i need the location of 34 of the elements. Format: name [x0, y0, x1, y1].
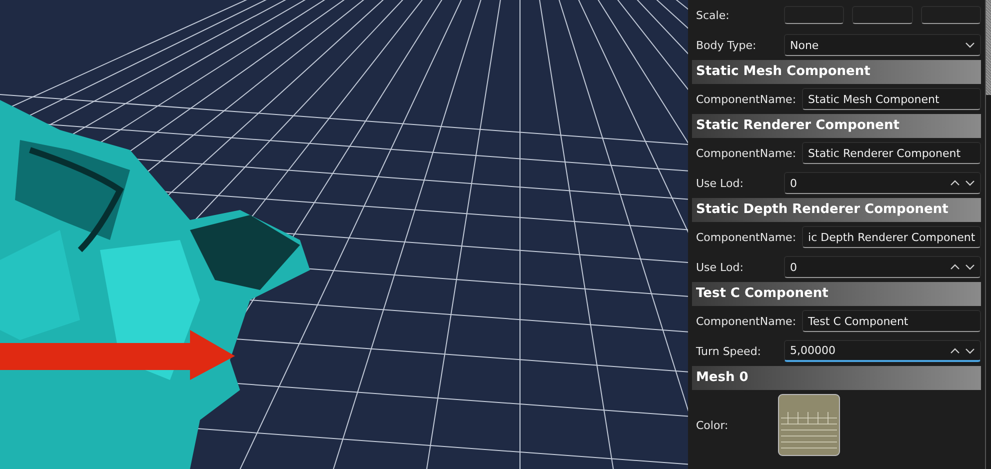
- chevron-down-icon[interactable]: [965, 180, 976, 186]
- field-label: Use Lod:: [695, 260, 744, 274]
- section-header: Static Depth Renderer Component: [692, 198, 982, 222]
- chevron-up-icon[interactable]: [950, 348, 960, 354]
- text-field[interactable]: Test C Component: [802, 310, 982, 332]
- number-spinner[interactable]: 5,00000: [784, 340, 982, 362]
- chevron-down-icon[interactable]: [965, 348, 976, 354]
- section-header: Static Renderer Component: [692, 114, 982, 138]
- chevron-down-icon: [965, 42, 976, 48]
- number-spinner[interactable]: 0: [784, 256, 982, 278]
- number-field[interactable]: [784, 6, 844, 24]
- number-field[interactable]: [920, 6, 982, 24]
- field-label: ComponentName:: [695, 230, 796, 244]
- field-label: Color:: [695, 418, 730, 432]
- texture-swatch[interactable]: [778, 394, 840, 456]
- text-field[interactable]: ic Depth Renderer Component: [802, 226, 982, 248]
- dropdown[interactable]: None: [784, 34, 982, 56]
- number-field[interactable]: [852, 6, 913, 24]
- chevron-down-icon[interactable]: [965, 264, 976, 270]
- field-label: ComponentName:: [695, 314, 796, 328]
- field-label: ComponentName:: [695, 146, 796, 160]
- section-header: Test C Component: [692, 282, 982, 306]
- field-label: Use Lod:: [695, 176, 744, 190]
- number-spinner[interactable]: 0: [784, 172, 982, 194]
- field-label: Turn Speed:: [695, 344, 762, 358]
- text-field[interactable]: Static Renderer Component: [802, 142, 982, 164]
- chevron-up-icon[interactable]: [950, 180, 960, 186]
- chevron-up-icon[interactable]: [950, 264, 960, 270]
- text-field[interactable]: Static Mesh Component: [802, 88, 982, 110]
- section-header: Mesh 0: [692, 366, 982, 390]
- field-label: Scale:: [695, 8, 730, 22]
- section-header: Static Mesh Component: [692, 60, 982, 84]
- field-label: Body Type:: [695, 38, 758, 52]
- field-label: ComponentName:: [695, 92, 796, 106]
